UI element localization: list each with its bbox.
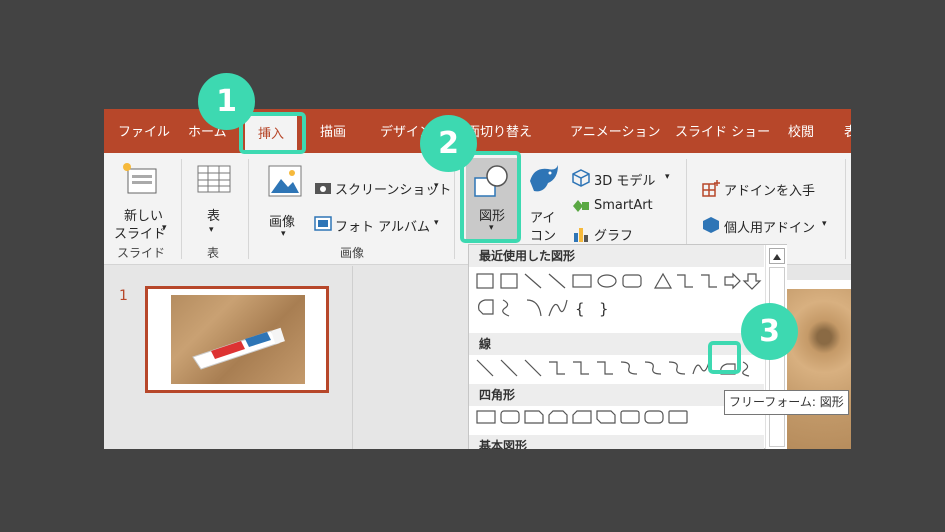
right-brace-icon: }	[599, 300, 609, 318]
cube-icon[interactable]	[572, 169, 590, 187]
tab-file[interactable]: ファイル	[118, 109, 170, 153]
left-brace-icon: {	[575, 300, 585, 318]
vertical-text-box-icon	[500, 273, 518, 289]
image-icon[interactable]	[268, 165, 302, 197]
divider	[454, 159, 455, 259]
divider	[248, 159, 249, 259]
section-basic-shapes: 基本図形	[469, 435, 764, 449]
callout-highlight-shapes-button	[460, 151, 521, 243]
chevron-down-icon[interactable]: ▾	[822, 219, 827, 229]
image-label[interactable]: 画像	[269, 211, 295, 230]
scroll-up-button[interactable]	[769, 248, 785, 264]
new-slide-label-1[interactable]: 新しい	[124, 205, 163, 224]
smartart-icon[interactable]	[572, 198, 590, 214]
icons-bird-icon[interactable]	[524, 161, 562, 197]
callout-badge-1: 1	[198, 73, 255, 130]
section-rectangles: 四角形	[469, 384, 764, 406]
oval-icon	[597, 274, 617, 288]
store-icon[interactable]	[702, 179, 720, 197]
down-arrow-icon	[742, 273, 762, 290]
text-box-icon	[476, 273, 494, 289]
slide-number: 1	[119, 288, 128, 304]
elbow-connector-icon	[677, 274, 693, 288]
toothpaste-photo	[171, 295, 305, 384]
tab-slideshow[interactable]: スライド ショー	[675, 109, 770, 153]
chart-button[interactable]: グラフ	[594, 225, 633, 244]
my-addins-icon[interactable]	[702, 216, 720, 234]
line-icon	[524, 273, 542, 289]
slide-thumbnail[interactable]	[145, 286, 329, 393]
freeform-icon	[478, 299, 494, 315]
my-addins-button[interactable]: 個人用アドイン	[724, 217, 815, 236]
arc-icon	[526, 299, 542, 317]
chevron-down-icon[interactable]: ▾	[665, 172, 670, 182]
photo-album-icon[interactable]	[314, 215, 332, 231]
rounded-rectangle-icon	[622, 274, 642, 288]
tab-review[interactable]: 校閲	[788, 109, 814, 153]
smartart-button[interactable]: SmartArt	[594, 198, 653, 213]
chart-icon[interactable]	[572, 225, 590, 243]
rectangle-icon	[572, 274, 592, 288]
curve-icon	[548, 299, 568, 317]
recent-shapes-grid[interactable]: { }	[475, 272, 763, 322]
triangle-icon	[653, 272, 673, 289]
right-arrow-icon	[724, 272, 741, 290]
chevron-down-icon[interactable]: ▾	[434, 181, 439, 191]
get-addins-button[interactable]: アドインを入手	[724, 180, 815, 199]
pane-divider	[352, 266, 353, 449]
divider	[181, 159, 182, 259]
elbow-arrow-icon	[701, 274, 717, 288]
icons-label-1[interactable]: アイ	[530, 207, 555, 226]
divider	[845, 159, 846, 259]
new-slide-label-2[interactable]: スライド	[114, 223, 166, 242]
images-group-label: 画像	[340, 246, 365, 260]
photo-album-button[interactable]: フォト アルバム	[335, 216, 430, 235]
slide-thumbnail-pane: 1	[104, 266, 354, 449]
3d-models-button[interactable]: 3D モデル	[594, 170, 655, 189]
freeform-tooltip: フリーフォーム: 図形	[724, 390, 849, 415]
section-recent-shapes: 最近使用した図形	[469, 245, 764, 267]
toothpaste-tube-image	[192, 327, 285, 370]
scribble-icon	[502, 299, 510, 317]
chevron-up-icon	[773, 254, 781, 260]
chevron-down-icon[interactable]: ▾	[209, 225, 214, 235]
tab-animations[interactable]: アニメーション	[570, 109, 660, 153]
arrow-line-icon	[548, 273, 566, 289]
chevron-down-icon[interactable]: ▾	[162, 223, 167, 233]
table-label[interactable]: 表	[207, 205, 220, 224]
chevron-down-icon[interactable]: ▾	[434, 218, 439, 228]
rectangles-shapes-grid[interactable]	[475, 409, 763, 427]
table-group-label: 表	[207, 246, 220, 260]
tab-draw[interactable]: 描画	[320, 109, 346, 153]
callout-badge-2: 2	[420, 115, 477, 172]
camera-icon[interactable]	[314, 179, 332, 195]
callout-badge-3: 3	[741, 303, 798, 360]
table-icon[interactable]	[197, 165, 231, 195]
chevron-down-icon[interactable]: ▾	[281, 229, 286, 239]
callout-highlight-freeform	[708, 341, 741, 374]
slides-group-label: スライド	[117, 246, 166, 260]
tab-view[interactable]: 表	[844, 109, 851, 153]
new-slide-icon[interactable]	[122, 161, 158, 195]
slide-photo	[784, 289, 851, 449]
icons-label-2[interactable]: コン	[530, 225, 556, 244]
